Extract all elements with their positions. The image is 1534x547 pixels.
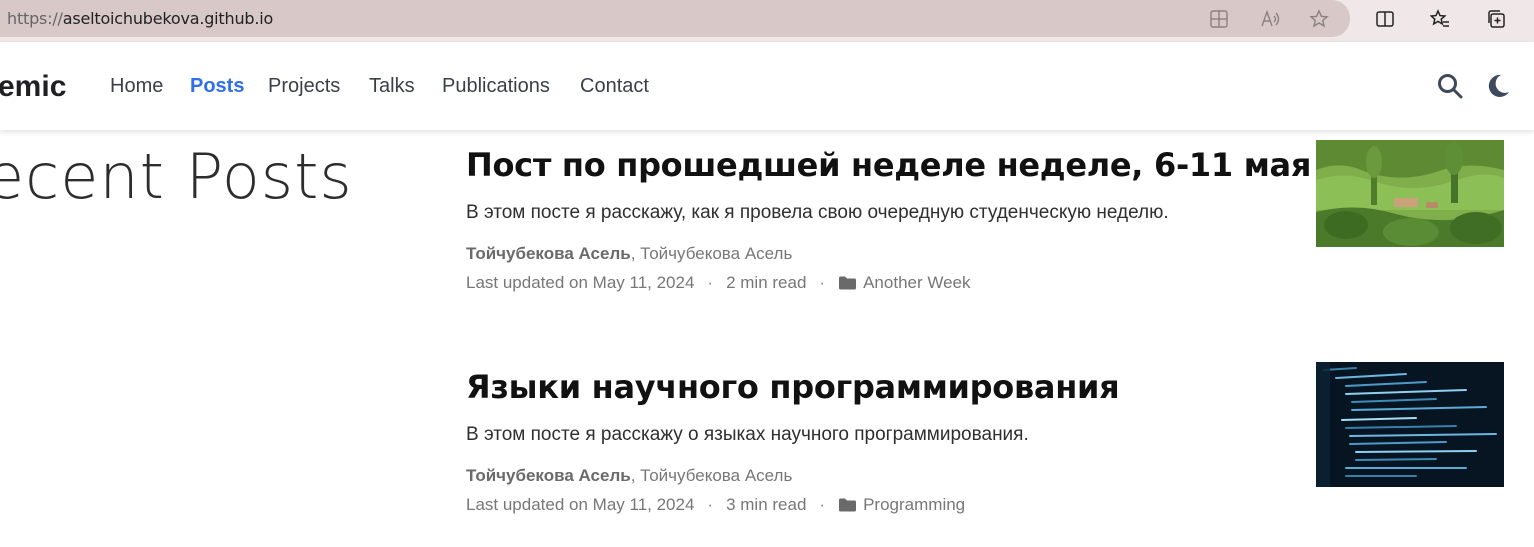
- read-aloud-icon[interactable]: [1259, 8, 1281, 30]
- folder-icon: [838, 275, 857, 291]
- post-thumbnail[interactable]: [1316, 140, 1504, 247]
- post-author-link[interactable]: , Тойчубекова Асель: [631, 244, 793, 263]
- favorites-list-icon[interactable]: [1429, 8, 1451, 30]
- post-category-link[interactable]: Programming: [863, 495, 965, 515]
- post-item: Пост по прошедшей неделе неделе, 6-11 ма…: [466, 146, 1311, 293]
- split-screen-icon[interactable]: [1374, 8, 1396, 30]
- nav-link-projects[interactable]: Projects: [268, 75, 340, 98]
- post-summary: В этом посте я расскажу, как я провела с…: [466, 202, 1169, 223]
- dark-mode-moon-icon[interactable]: [1484, 72, 1512, 100]
- post-read-time: 2 min read: [726, 273, 807, 292]
- meta-separator: ·: [707, 495, 714, 514]
- post-title[interactable]: Пост по прошедшей неделе неделе, 6-11 ма…: [466, 146, 1311, 184]
- post-author-link[interactable]: , Тойчубекова Асель: [631, 466, 793, 485]
- nav-link-home[interactable]: Home: [110, 75, 163, 98]
- post-meta: Last updated on May 11, 2024 · 3 min rea…: [466, 495, 1296, 515]
- nav-link-posts[interactable]: Posts: [190, 75, 244, 98]
- page-title: ecent Posts: [0, 140, 353, 213]
- post-title[interactable]: Языки научного программирования: [466, 368, 1296, 406]
- nav-link-contact[interactable]: Contact: [580, 75, 649, 98]
- collections-icon[interactable]: [1485, 8, 1507, 30]
- post-updated-date: Last updated on May 11, 2024: [466, 495, 695, 514]
- favorite-star-icon[interactable]: [1308, 8, 1330, 30]
- nav-link-publications[interactable]: Publications: [442, 75, 550, 98]
- site-navbar: emic Home Posts Projects Talks Publicati…: [0, 42, 1534, 130]
- folder-icon: [838, 497, 857, 513]
- post-thumbnail[interactable]: [1316, 362, 1504, 487]
- post-authors: Тойчубекова Асель, Тойчубекова Асель: [466, 244, 1296, 264]
- site-brand[interactable]: emic: [0, 70, 66, 104]
- meta-separator: ·: [819, 273, 826, 292]
- post-item: Языки научного программирования В этом п…: [466, 368, 1296, 515]
- search-icon[interactable]: [1436, 72, 1464, 100]
- address-url[interactable]: https://aseltoichubekova.github.io: [7, 9, 273, 28]
- post-author-link[interactable]: Тойчубекова Асель: [466, 466, 631, 485]
- post-category-link[interactable]: Another Week: [863, 273, 970, 293]
- meta-separator: ·: [707, 273, 714, 292]
- browser-toolbar: https://aseltoichubekova.github.io: [0, 0, 1534, 42]
- post-updated-date: Last updated on May 11, 2024: [466, 273, 695, 292]
- post-summary: В этом посте я расскажу о языках научног…: [466, 424, 1029, 445]
- post-read-time: 3 min read: [726, 495, 807, 514]
- post-meta: Last updated on May 11, 2024 · 2 min rea…: [466, 273, 1296, 293]
- app-grid-icon[interactable]: [1208, 8, 1230, 30]
- nav-link-talks[interactable]: Talks: [369, 75, 415, 98]
- post-authors: Тойчубекова Асель, Тойчубекова Асель: [466, 466, 1296, 486]
- post-author-link[interactable]: Тойчубекова Асель: [466, 244, 631, 263]
- meta-separator: ·: [819, 495, 826, 514]
